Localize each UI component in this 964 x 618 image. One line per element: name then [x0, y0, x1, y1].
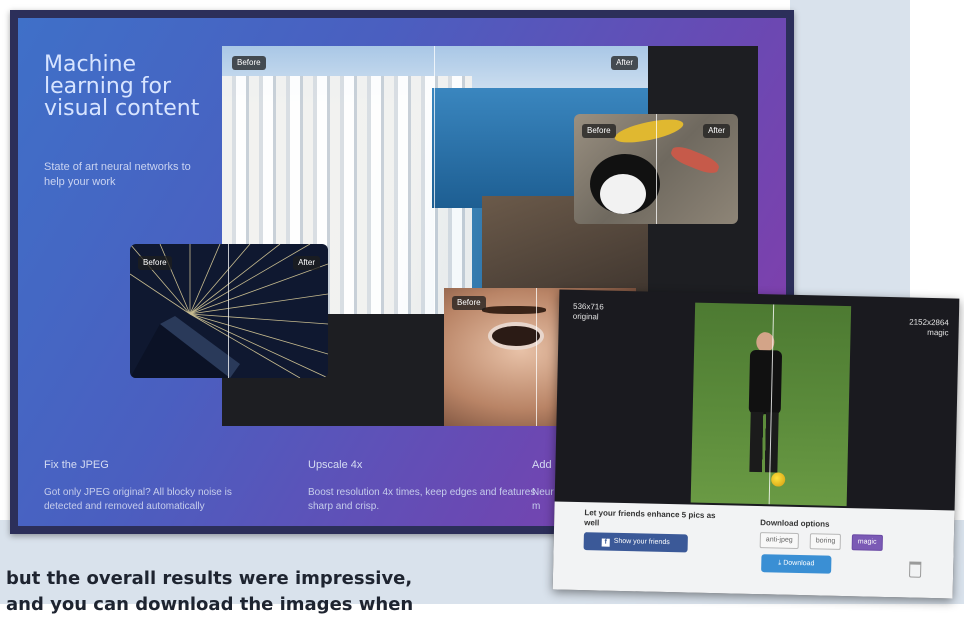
penguin-crest — [612, 114, 686, 148]
before-tag: Before — [582, 124, 616, 138]
before-tag: Before — [232, 56, 266, 70]
feature-title: Fix the JPEG — [44, 459, 109, 471]
before-tag: Before — [138, 256, 172, 270]
football — [771, 472, 786, 487]
share-prompt: Let your friends enhance 5 pics as well — [584, 508, 716, 528]
comparison-slider[interactable] — [228, 244, 229, 378]
feature-description: Boost resolution 4x times, keep edges an… — [308, 487, 536, 512]
comparison-slider[interactable] — [434, 46, 435, 314]
hero-title: Machine learning for visual content — [44, 52, 200, 121]
app-action-bar: Let your friends enhance 5 pics as well … — [552, 501, 955, 599]
download-options-title: Download options — [760, 518, 830, 529]
referee-torso — [748, 349, 783, 415]
after-tag: After — [703, 124, 730, 138]
referee-legs — [749, 411, 779, 473]
trash-icon[interactable] — [909, 561, 922, 578]
feature-fix-jpeg: Fix the JPEG Got only JPEG original? All… — [44, 458, 272, 514]
hero-subtitle: State of art neural networks to help you… — [44, 161, 191, 188]
feature-description: Got only JPEG original? All blocky noise… — [44, 487, 232, 512]
article-caption: but the overall results were impressive,… — [6, 568, 414, 615]
app-screenshot: 536x716 original 2152x2864 magic Let you… — [552, 289, 960, 599]
comparison-slider[interactable] — [536, 288, 537, 426]
original-dimensions: 536x716 original — [572, 301, 604, 322]
penguin-belly — [600, 174, 646, 214]
penguin-comparison[interactable]: Before After — [574, 114, 738, 224]
option-boring[interactable]: boring — [809, 533, 842, 550]
after-tag: After — [293, 256, 320, 270]
show-friends-button[interactable]: f Show your friends — [583, 532, 688, 553]
feature-title: Upscale 4x — [308, 459, 363, 471]
option-magic[interactable]: magic — [851, 534, 883, 551]
option-anti-jpeg[interactable]: anti-jpeg — [759, 532, 799, 549]
after-tag: After — [611, 56, 638, 70]
light-rays-comparison[interactable]: Before After — [130, 244, 328, 378]
magic-dimensions: 2152x2864 magic — [909, 317, 949, 338]
download-button[interactable]: ⤓ Download — [761, 554, 832, 574]
referee-comparison-image[interactable] — [690, 302, 852, 507]
feature-upscale: Upscale 4x Boost resolution 4x times, ke… — [308, 458, 536, 514]
facebook-icon: f — [601, 538, 610, 547]
before-tag: Before — [452, 296, 486, 310]
penguin-beak — [668, 143, 722, 177]
comparison-slider[interactable] — [656, 114, 657, 224]
